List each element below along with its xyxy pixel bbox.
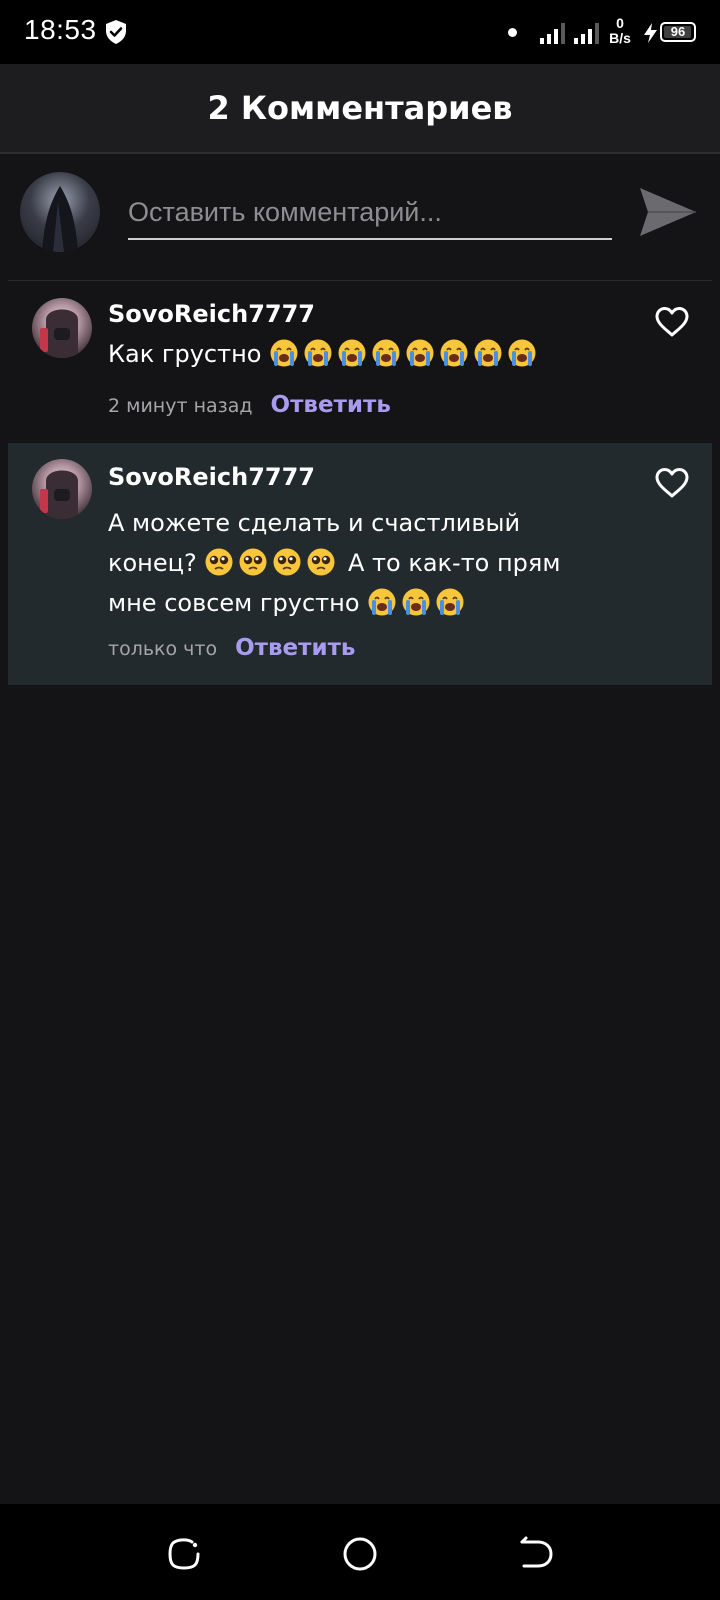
- home-icon[interactable]: [340, 1534, 380, 1574]
- comment-text-segment: конец?: [108, 549, 197, 577]
- crying-face-emoji-icon: [436, 588, 464, 616]
- heart-outline-icon[interactable]: [654, 467, 690, 499]
- pleading-face-emoji-icon: [273, 548, 301, 576]
- comment-username[interactable]: SovoReich7777: [108, 300, 315, 328]
- network-speed: 0 B/s: [606, 16, 634, 46]
- comment-item-highlighted: SovoReich7777 А можете сделать и счастли…: [8, 443, 712, 685]
- crying-face-emoji-icon: [474, 339, 502, 367]
- comment-text: Как грустно: [108, 334, 648, 374]
- emoji-group: [269, 339, 541, 368]
- system-nav-bar: [0, 1504, 720, 1600]
- comment-text-line: мне совсем грустно: [108, 583, 648, 623]
- page-title: 2 Комментариев: [207, 89, 513, 127]
- pleading-face-emoji-icon: [239, 548, 267, 576]
- comment-text-content: Как грустно: [108, 340, 262, 368]
- comment-item: SovoReich7777 Как грустно 2 минут назад …: [8, 282, 712, 442]
- comments-header: 2 Комментариев: [0, 64, 720, 154]
- comment-timestamp: 2 минут назад: [108, 395, 253, 417]
- crying-face-emoji-icon: [440, 339, 468, 367]
- emoji-group: [204, 548, 340, 577]
- pleading-face-emoji-icon: [307, 548, 335, 576]
- recents-icon[interactable]: [164, 1534, 204, 1574]
- signal-icon: [574, 23, 599, 44]
- comment-text-line: конец? А то как-то прям: [108, 543, 648, 583]
- notification-dot-icon: [508, 28, 517, 37]
- charging-bolt-icon: [644, 23, 657, 43]
- send-icon[interactable]: [638, 184, 698, 240]
- comment-username[interactable]: SovoReich7777: [108, 463, 315, 491]
- shield-check-icon: [106, 20, 126, 44]
- comment-text-line: А можете сделать и счастливый: [108, 509, 521, 537]
- divider: [8, 280, 712, 281]
- emoji-group: [367, 588, 469, 617]
- comment-timestamp: только что: [108, 638, 218, 660]
- status-bar: 18:53 0 B/s 96: [0, 0, 720, 64]
- crying-face-emoji-icon: [304, 339, 332, 367]
- avatar[interactable]: [20, 172, 100, 252]
- comment-text-segment: А то как-то прям: [348, 549, 561, 577]
- comment-input[interactable]: [128, 186, 612, 240]
- reply-button[interactable]: Ответить: [235, 635, 355, 661]
- crying-face-emoji-icon: [406, 339, 434, 367]
- crying-face-emoji-icon: [402, 588, 430, 616]
- avatar-image: [42, 186, 78, 252]
- comment-text: А можете сделать и счастливый конец? А т…: [108, 503, 648, 623]
- crying-face-emoji-icon: [508, 339, 536, 367]
- avatar[interactable]: [32, 459, 92, 519]
- crying-face-emoji-icon: [270, 339, 298, 367]
- heart-outline-icon[interactable]: [654, 306, 690, 338]
- battery-indicator: 96: [660, 22, 696, 42]
- comment-meta: только что Ответить: [108, 635, 355, 661]
- crying-face-emoji-icon: [338, 339, 366, 367]
- comment-meta: 2 минут назад Ответить: [108, 392, 391, 418]
- comment-composer: [0, 156, 720, 280]
- network-speed-unit: B/s: [609, 30, 631, 46]
- avatar-image: [40, 470, 78, 519]
- back-icon[interactable]: [516, 1534, 556, 1574]
- pleading-face-emoji-icon: [205, 548, 233, 576]
- network-speed-value: 0: [616, 15, 624, 31]
- reply-button[interactable]: Ответить: [271, 392, 391, 418]
- comment-text-segment: мне совсем грустно: [108, 589, 360, 617]
- status-time: 18:53: [24, 14, 97, 45]
- crying-face-emoji-icon: [368, 588, 396, 616]
- avatar[interactable]: [32, 298, 92, 358]
- crying-face-emoji-icon: [372, 339, 400, 367]
- signal-icon: [540, 23, 565, 44]
- battery-level: 96: [670, 24, 686, 39]
- avatar-image: [40, 309, 78, 358]
